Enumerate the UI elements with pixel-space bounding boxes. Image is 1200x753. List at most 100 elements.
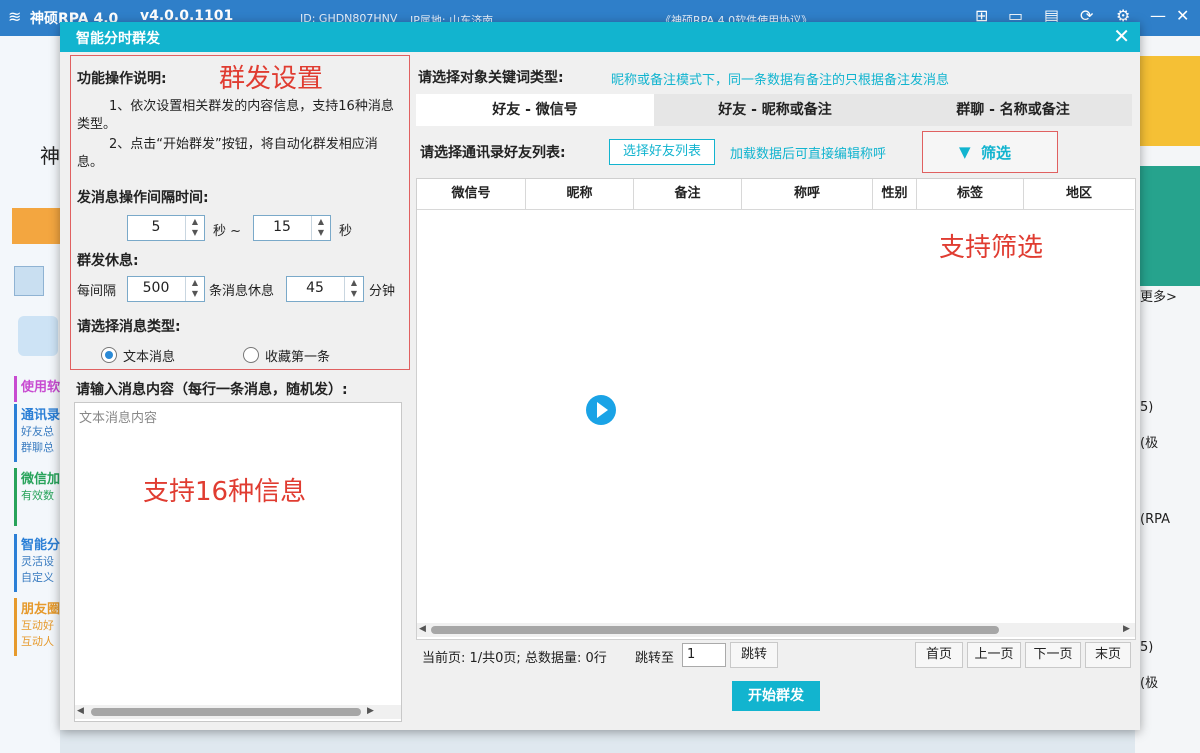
background-right-text3: (RPA <box>1140 512 1171 527</box>
interval-max-stepper[interactable]: 15 ▲ ▼ <box>253 215 331 241</box>
app-logo-icon: ≋ <box>8 7 22 26</box>
pager-page-value[interactable]: 1 <box>687 647 695 662</box>
pager-jump-label: 跳转至 <box>635 651 675 666</box>
spin-up-icon[interactable]: ▲ <box>186 216 204 227</box>
background-more-link[interactable]: 更多> <box>1140 286 1177 305</box>
background-right-panel: 更多> 5) (极 (RPA 5) (极 <box>1135 36 1200 753</box>
rest-middle-text: 条消息休息 <box>209 284 275 299</box>
column-header-wechat-id[interactable]: 微信号 <box>417 179 526 210</box>
dialog-titlebar[interactable]: 智能分时群发 ✕ <box>60 22 1140 52</box>
background-avatar <box>18 316 58 356</box>
spin-down-icon[interactable]: ▼ <box>186 227 204 238</box>
rest-count-value[interactable]: 500 <box>128 280 184 296</box>
pager-next-button[interactable]: 下一页 <box>1025 642 1081 668</box>
funnel-icon: ▼ <box>959 143 971 161</box>
filter-button[interactable]: ▼ 筛选 <box>922 131 1058 173</box>
rest-minutes-value[interactable]: 45 <box>287 280 343 296</box>
rest-prefix: 每间隔 <box>77 284 117 299</box>
message-type-text-option[interactable]: 文本消息 <box>101 346 201 365</box>
background-left-panel: 神 使用软 通讯录 好友总 群聊总 微信加 有效数 2 智能分 灵活设 自定义 … <box>0 36 67 753</box>
filter-button-label: 筛选 <box>981 144 1012 162</box>
spin-up-icon[interactable]: ▲ <box>312 216 330 227</box>
load-hint: 加载数据后可直接编辑称呼 <box>730 147 887 162</box>
settings-annotation: 群发设置 <box>219 64 324 94</box>
instructions-title: 功能操作说明: <box>77 71 167 87</box>
pager-first-button[interactable]: 首页 <box>915 642 963 668</box>
message-type-label: 请选择消息类型: <box>77 319 181 335</box>
message-content-placeholder: 文本消息内容 <box>79 411 158 426</box>
column-header-tag[interactable]: 标签 <box>917 179 1024 210</box>
rest-unit: 分钟 <box>369 284 396 299</box>
background-right-text5: (极 <box>1140 676 1159 691</box>
column-header-remark[interactable]: 备注 <box>634 179 742 210</box>
spin-down-icon[interactable]: ▼ <box>345 288 363 299</box>
tab-group-name[interactable]: 群聊 - 名称或备注 <box>894 94 1132 126</box>
background-right-text4: 5) <box>1140 640 1154 655</box>
spin-down-icon[interactable]: ▼ <box>186 288 204 299</box>
textarea-horizontal-scrollbar[interactable]: ◀ ▶ <box>75 705 401 719</box>
column-header-nickname[interactable]: 昵称 <box>526 179 634 210</box>
smart-broadcast-dialog: 智能分时群发 ✕ 功能操作说明: 群发设置 1、依次设置相关群发的内容信息，支持… <box>60 22 1140 730</box>
play-icon[interactable] <box>586 395 616 425</box>
interval-min-stepper[interactable]: 5 ▲ ▼ <box>127 215 205 241</box>
radio-unselected-icon[interactable] <box>243 347 259 363</box>
pager-status: 当前页: 1/共0页; 总数据量: 0行 <box>422 651 607 666</box>
background-right-text1: 5) <box>1140 400 1154 415</box>
content-annotation: 支持16种信息 <box>143 477 307 507</box>
keyword-tabs: 好友 - 微信号 好友 - 昵称或备注 群聊 - 名称或备注 <box>416 94 1132 126</box>
broadcast-settings-box: 功能操作说明: 群发设置 1、依次设置相关群发的内容信息，支持16种消息类型。 … <box>70 55 410 370</box>
background-right-banner <box>1140 56 1200 146</box>
rest-label: 群发休息: <box>77 253 139 269</box>
keyword-hint: 昵称或备注模式下，同一条数据有备注的只根据备注发消息 <box>611 73 950 88</box>
background-banner <box>12 208 60 244</box>
instruction-step-1: 1、依次设置相关群发的内容信息，支持16种消息类型。 <box>77 99 394 132</box>
spin-up-icon[interactable]: ▲ <box>186 277 204 288</box>
background-tool-icon[interactable] <box>14 266 44 296</box>
scroll-left-icon[interactable]: ◀ <box>77 706 84 716</box>
background-right-text2: (极 <box>1140 436 1159 451</box>
scrollbar-thumb[interactable] <box>91 708 361 716</box>
tab-friend-nickname[interactable]: 好友 - 昵称或备注 <box>656 94 894 126</box>
keyword-type-label: 请选择对象关键词类型: <box>418 70 564 86</box>
spin-down-icon[interactable]: ▼ <box>312 227 330 238</box>
column-header-title[interactable]: 称呼 <box>742 179 873 210</box>
message-type-favorite-option[interactable]: 收藏第一条 <box>243 346 353 365</box>
rest-count-stepper[interactable]: 500 ▲ ▼ <box>127 276 205 302</box>
contacts-list-label: 请选择通讯录好友列表: <box>420 145 566 161</box>
start-broadcast-button[interactable]: 开始群发 <box>732 681 820 711</box>
pager-prev-button[interactable]: 上一页 <box>967 642 1021 668</box>
contacts-table: 微信号 昵称 备注 称呼 性别 标签 地区 支持筛选 ◀ ▶ <box>416 178 1136 640</box>
interval-unit: 秒 <box>339 224 353 239</box>
pager-jump-button[interactable]: 跳转 <box>730 642 778 668</box>
scroll-left-icon[interactable]: ◀ <box>419 624 426 634</box>
tab-friend-wechat-id[interactable]: 好友 - 微信号 <box>416 94 654 126</box>
background-right-card <box>1140 166 1200 286</box>
spin-up-icon[interactable]: ▲ <box>345 277 363 288</box>
scroll-right-icon[interactable]: ▶ <box>1123 624 1130 634</box>
column-header-gender[interactable]: 性别 <box>873 179 917 210</box>
table-horizontal-scrollbar[interactable]: ◀ ▶ <box>417 623 1135 637</box>
dialog-title: 智能分时群发 <box>76 31 160 47</box>
interval-max-value[interactable]: 15 <box>254 219 310 235</box>
interval-separator: 秒 ~ <box>213 224 242 239</box>
radio-selected-icon[interactable] <box>101 347 117 363</box>
minimize-icon[interactable]: — <box>1150 6 1166 25</box>
filter-annotation: 支持筛选 <box>939 233 1044 263</box>
interval-min-value[interactable]: 5 <box>128 219 184 235</box>
message-type-text-label: 文本消息 <box>123 350 176 365</box>
scroll-right-icon[interactable]: ▶ <box>367 706 374 716</box>
pager-page-input[interactable]: 1 <box>682 643 726 667</box>
background-left-heading: 神 <box>40 144 60 168</box>
interval-label: 发消息操作间隔时间: <box>77 190 209 206</box>
message-content-textarea[interactable]: 文本消息内容 支持16种信息 ◀ ▶ <box>74 402 402 722</box>
scrollbar-thumb[interactable] <box>431 626 999 634</box>
background-close-icon[interactable]: ✕ <box>1176 6 1189 25</box>
message-content-label: 请输入消息内容（每行一条消息，随机发）: <box>76 382 348 398</box>
message-type-favorite-label: 收藏第一条 <box>265 350 331 365</box>
rest-minutes-stepper[interactable]: 45 ▲ ▼ <box>286 276 364 302</box>
select-friends-button[interactable]: 选择好友列表 <box>609 139 715 165</box>
instruction-step-2: 2、点击“开始群发”按钮，将自动化群发相应消息。 <box>77 137 378 170</box>
column-header-region[interactable]: 地区 <box>1024 179 1134 210</box>
close-icon[interactable]: ✕ <box>1113 24 1130 48</box>
pager-last-button[interactable]: 末页 <box>1085 642 1131 668</box>
